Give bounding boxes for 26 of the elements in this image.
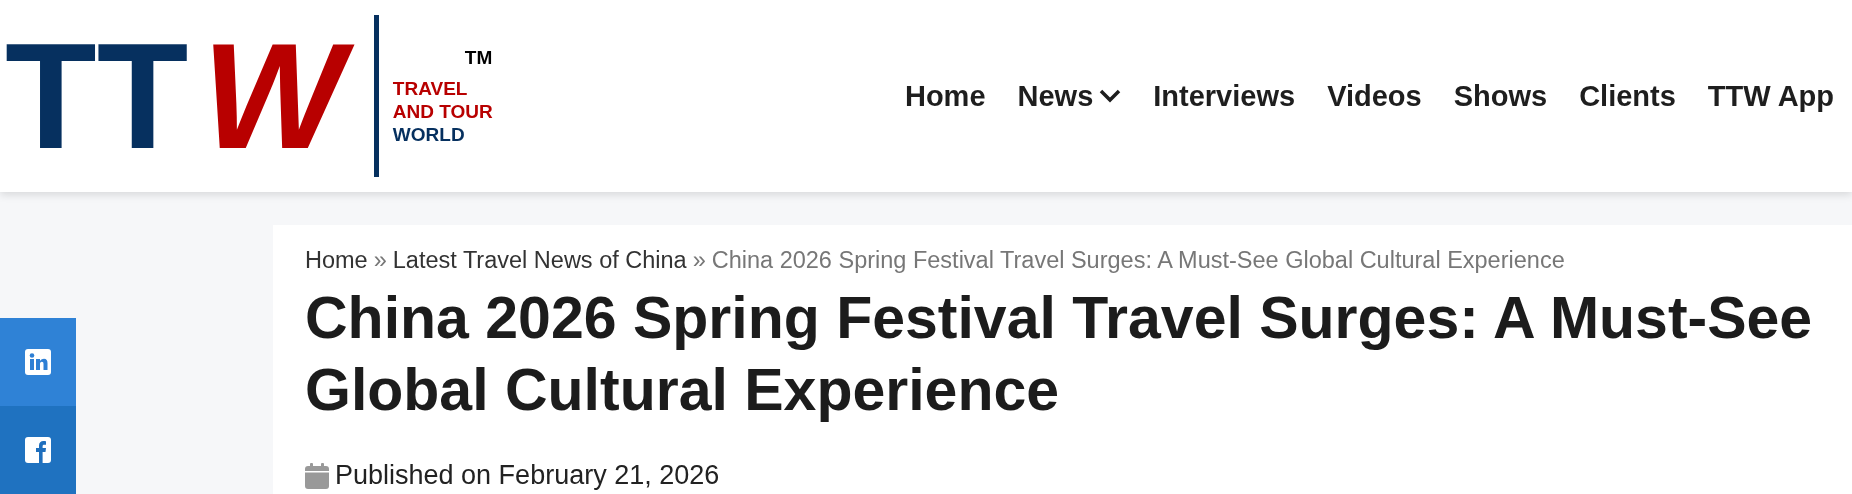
share-button[interactable] bbox=[0, 406, 76, 494]
breadcrumb-separator: » bbox=[692, 247, 706, 274]
logo-tagline: WORLD bbox=[392, 122, 466, 146]
publish-date: Published on February 21, 2026 bbox=[335, 460, 720, 491]
breadcrumb-link[interactable]: China 2026 Spring Festival Travel Surges: A Must-See Global Cultural Experience bbox=[711, 247, 1565, 274]
calendar-icon bbox=[305, 462, 329, 489]
nav-link[interactable]: News bbox=[1017, 79, 1122, 113]
nav-link[interactable]: Interviews bbox=[1153, 79, 1296, 113]
nav-link[interactable]: Videos bbox=[1327, 79, 1422, 113]
linkedin-icon bbox=[25, 349, 51, 375]
chevron-down-icon bbox=[1099, 89, 1122, 103]
trademark-text: TM bbox=[464, 46, 493, 69]
article-title: China 2026 Spring Festival Travel Surges: A Must-See Global Cultural Experience bbox=[305, 284, 1814, 425]
share-button[interactable] bbox=[0, 318, 76, 406]
breadcrumb-link[interactable]: Home bbox=[305, 247, 368, 274]
facebook-icon bbox=[25, 437, 51, 463]
logo-mark[interactable]: TT bbox=[5, 21, 193, 171]
nav-link[interactable]: Shows bbox=[1453, 79, 1548, 113]
logo-mark[interactable]: W bbox=[198, 21, 362, 171]
logo-tagline: TRAVEL bbox=[392, 76, 469, 100]
logo-tagline: AND TOUR bbox=[392, 99, 493, 123]
breadcrumb-separator: » bbox=[373, 247, 387, 274]
breadcrumb-link[interactable]: Latest Travel News of China bbox=[392, 247, 687, 274]
nav-link[interactable]: Home bbox=[904, 79, 986, 113]
nav-link[interactable]: TTW App bbox=[1707, 79, 1834, 113]
nav-link[interactable]: Clients bbox=[1579, 79, 1676, 113]
